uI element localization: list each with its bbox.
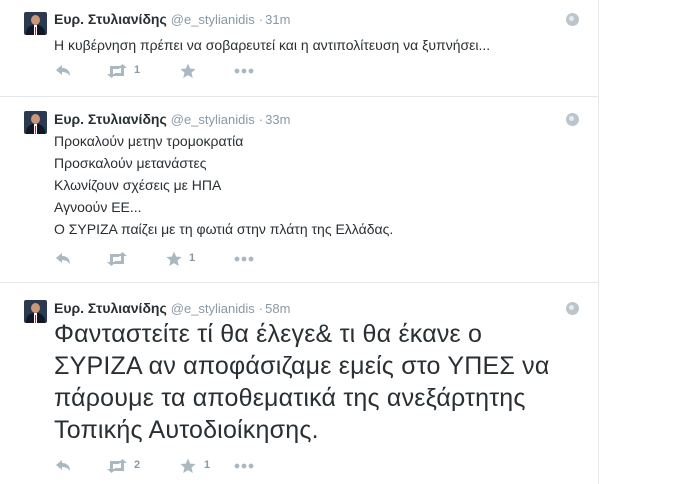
author-handle[interactable]: @e_stylianidis xyxy=(171,112,255,127)
tweet-header: Ευρ. Στυλιανίδης @e_stylianidis · 58m xyxy=(54,299,290,318)
tweet-item[interactable]: Ευρ. Στυλιανίδης @e_stylianidis · 33m Προκα… xyxy=(0,96,598,283)
timestamp[interactable]: 31m xyxy=(265,12,290,27)
separator-dot: · xyxy=(258,301,264,316)
star-icon[interactable] xyxy=(180,63,196,79)
author-handle[interactable]: @e_stylianidis xyxy=(171,301,255,316)
globe-icon xyxy=(566,302,579,315)
avatar[interactable] xyxy=(24,300,47,323)
timestamp[interactable]: 33m xyxy=(265,112,290,127)
retweet-icon[interactable] xyxy=(106,63,128,79)
author-handle[interactable]: @e_stylianidis xyxy=(171,12,255,27)
tweet-text-line: Τοπικής Αυτοδιοίκησης. xyxy=(54,416,319,444)
separator-dot: · xyxy=(258,12,264,27)
more-icon[interactable] xyxy=(234,251,254,267)
retweet-icon[interactable] xyxy=(106,458,128,474)
avatar[interactable] xyxy=(24,12,47,35)
tweet-timeline: Ευρ. Στυλιανίδης @e_stylianidis · 31m Η κυβ… xyxy=(0,0,599,484)
timestamp[interactable]: 58m xyxy=(265,301,290,316)
favorite-count: 1 xyxy=(189,252,196,264)
tweet-text-line: Η κυβέρνηση πρέπει να σοβαρευτεί και η α… xyxy=(54,37,491,53)
tweet-text-line: Φανταστείτε τί θα έλεγε& τι θα έκανε ο xyxy=(54,320,483,348)
tweet-text: Φανταστείτε τί θα έλεγε& τι θα έκανε ο Σ… xyxy=(54,318,550,446)
author-name[interactable]: Ευρ. Στυλιανίδης xyxy=(54,300,167,316)
retweet-count: 1 xyxy=(134,64,141,76)
star-icon[interactable] xyxy=(180,458,196,474)
tweet-text-line: Ο ΣΥΡΙΖΑ παίζει με τη φωτιά στην πλάτη τ… xyxy=(54,221,394,237)
favorite-count: 1 xyxy=(204,459,211,471)
tweet-header: Ευρ. Στυλιανίδης @e_stylianidis · 33m xyxy=(54,110,290,129)
tweet-text-line: Προκαλούν μετην τρομοκρατία xyxy=(54,133,244,149)
author-name[interactable]: Ευρ. Στυλιανίδης xyxy=(54,11,167,27)
globe-icon xyxy=(566,113,579,126)
reply-icon[interactable] xyxy=(54,63,72,79)
more-icon[interactable] xyxy=(234,63,254,79)
tweet-text: Η κυβέρνηση πρέπει να σοβαρευτεί και η α… xyxy=(54,34,490,56)
tweet-header: Ευρ. Στυλιανίδης @e_stylianidis · 31m xyxy=(54,10,290,29)
tweet-text-line: Αγνοούν ΕΕ... xyxy=(54,199,142,215)
more-icon[interactable] xyxy=(234,458,254,474)
tweet-text-line: Προσκαλούν μετανάστες xyxy=(54,155,207,171)
tweet-text-line: πάρουμε τα αποθεματικά της ανεξάρτητης xyxy=(54,384,526,412)
retweet-count: 2 xyxy=(134,459,141,471)
tweet-text-line: Κλωνίζουν σχέσεις με ΗΠΑ xyxy=(54,177,222,193)
tweet-text-line: ΣΥΡΙΖΑ αν αποφάσιζαμε εμείς στο ΥΠΕΣ να xyxy=(54,352,550,380)
reply-icon[interactable] xyxy=(54,251,72,267)
separator-dot: · xyxy=(258,112,264,127)
tweet-text: Προκαλούν μετην τρομοκρατία Προσκαλούν μ… xyxy=(54,130,393,240)
reply-icon[interactable] xyxy=(54,458,72,474)
globe-icon xyxy=(566,13,579,26)
retweet-icon[interactable] xyxy=(106,251,128,267)
tweet-item[interactable]: Ευρ. Στυλιανίδης @e_stylianidis · 58m Φαντα… xyxy=(0,282,598,484)
page-background xyxy=(599,0,678,484)
star-icon[interactable] xyxy=(166,251,182,267)
avatar[interactable] xyxy=(24,111,47,134)
tweet-item[interactable]: Ευρ. Στυλιανίδης @e_stylianidis · 31m Η κυβ… xyxy=(0,0,598,97)
author-name[interactable]: Ευρ. Στυλιανίδης xyxy=(54,111,167,127)
